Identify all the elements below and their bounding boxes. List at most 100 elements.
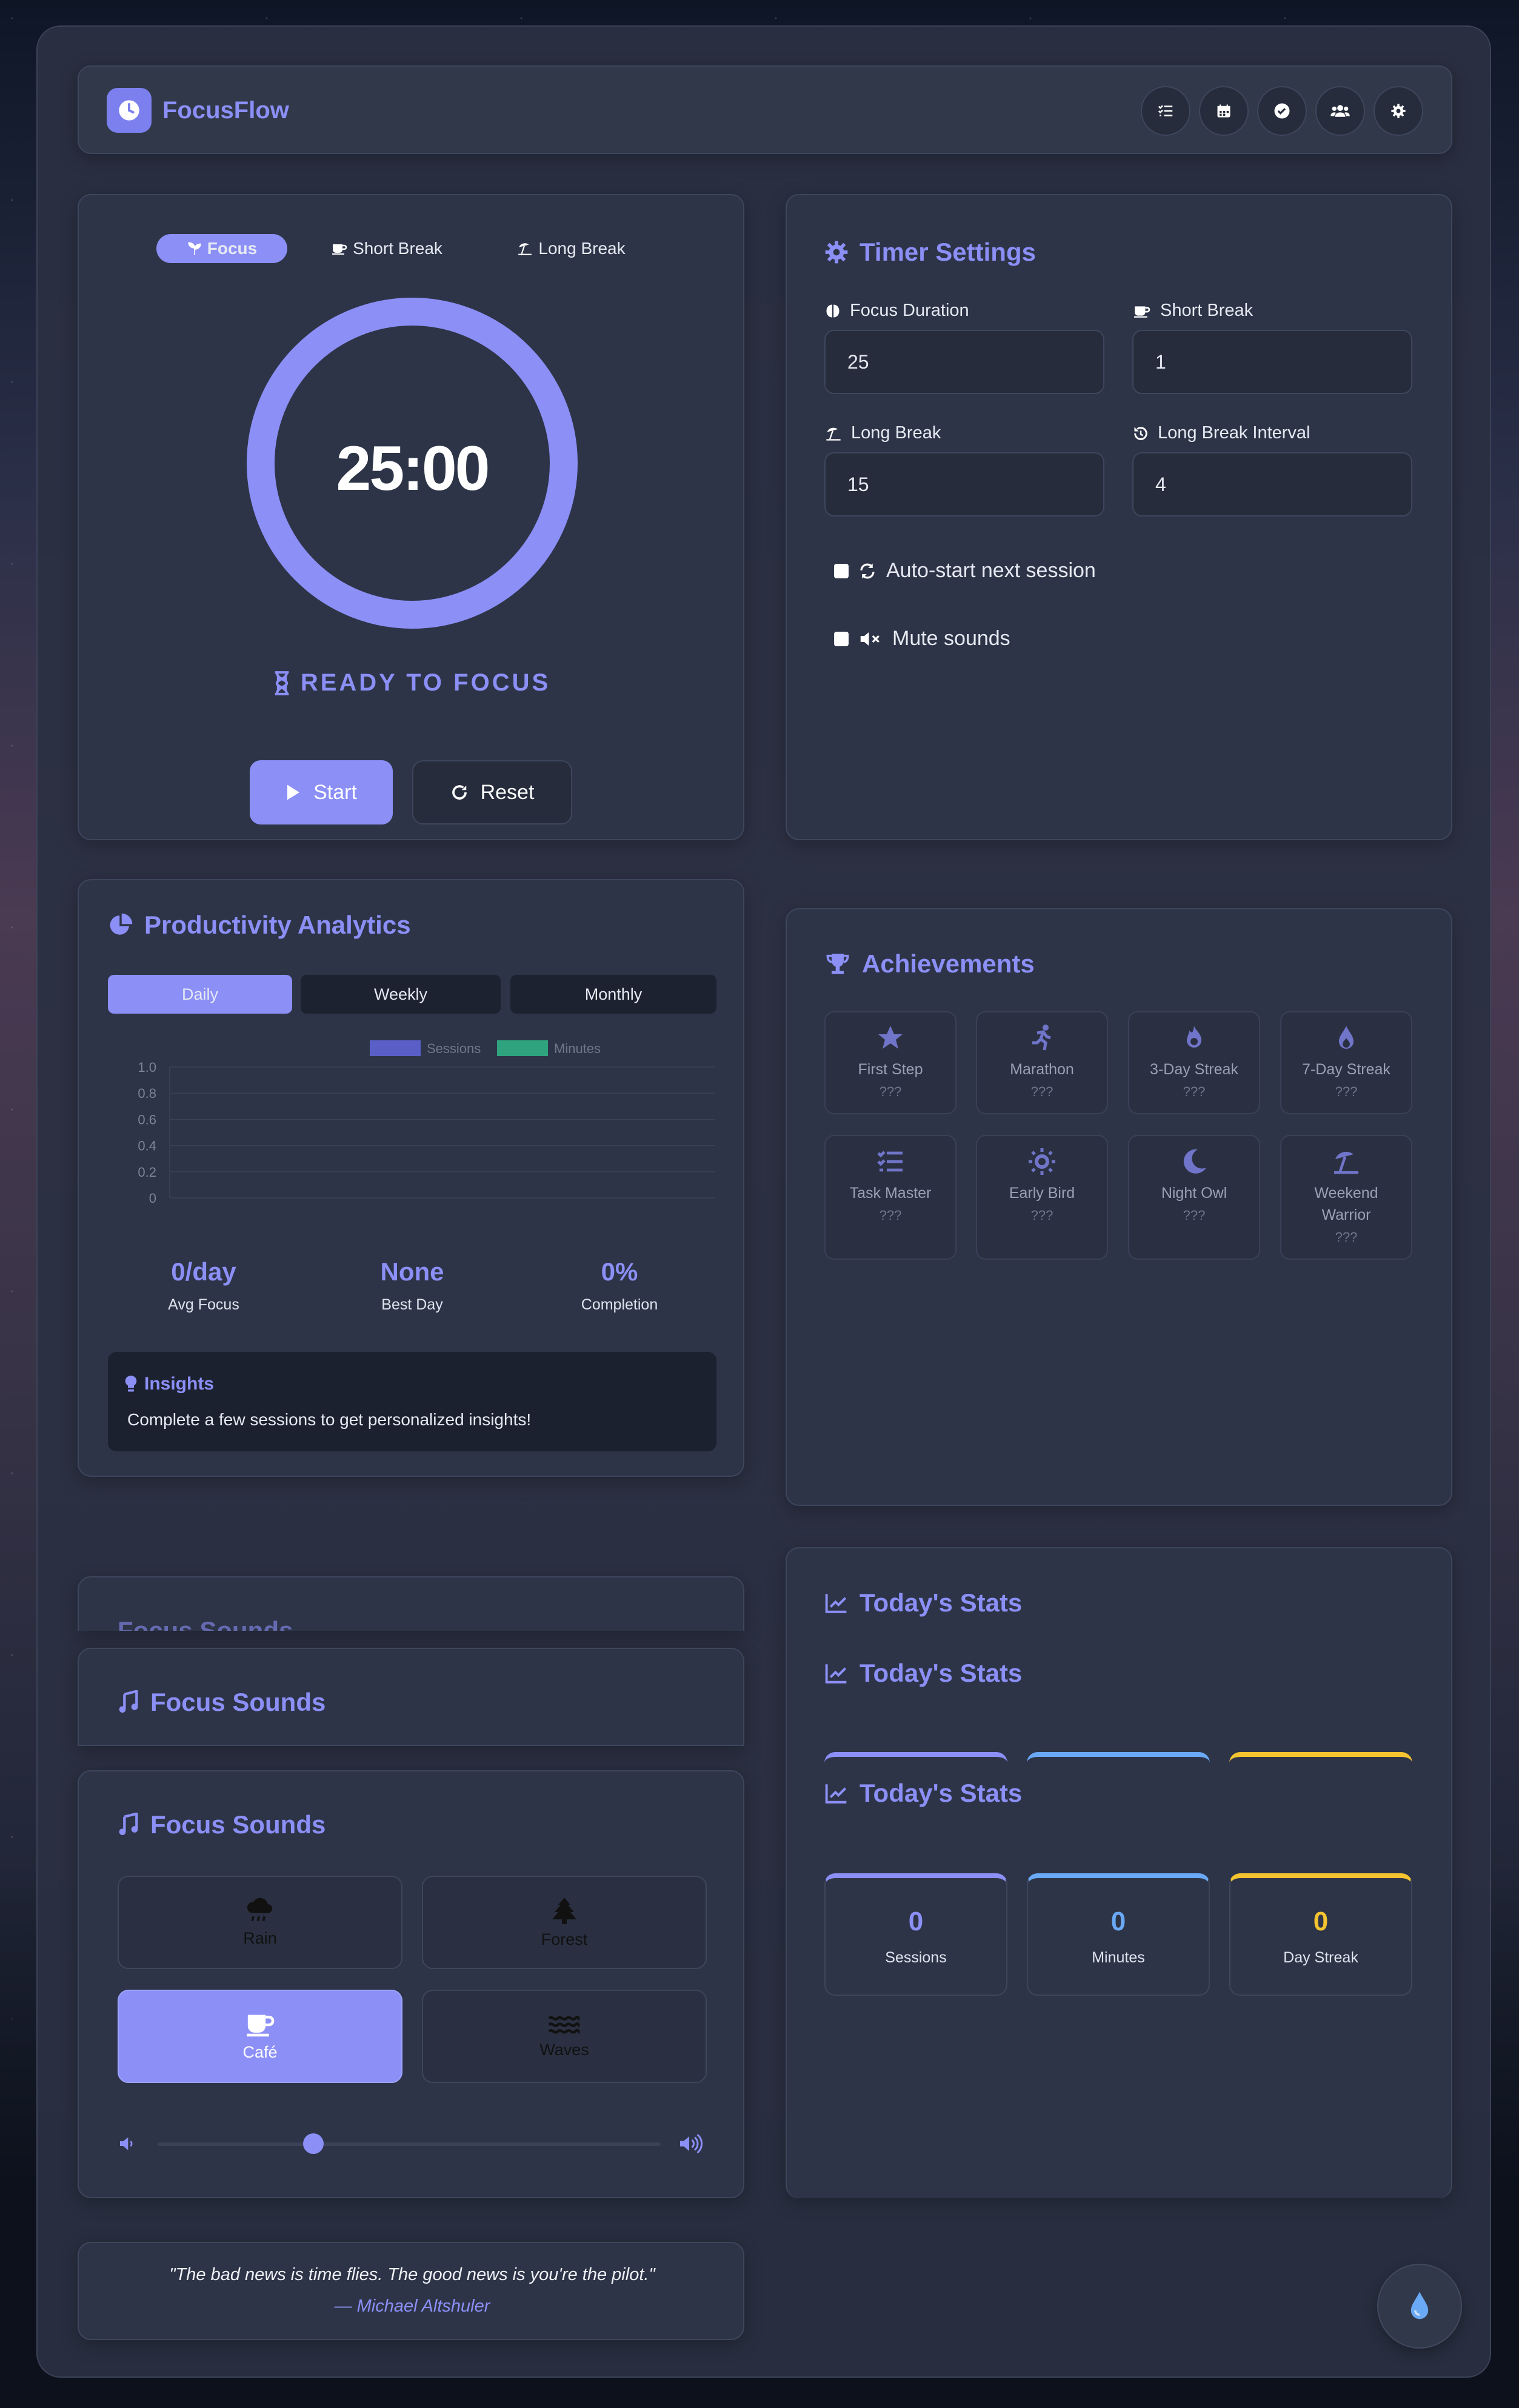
streak-label: Day Streak [1283, 1948, 1358, 1966]
short-break-input[interactable]: 1 [1132, 330, 1412, 394]
achievement-name: Task Master [849, 1185, 932, 1202]
tab-daily[interactable]: Daily [108, 975, 292, 1014]
todays-stats-ghost-title-2: Today's Stats [824, 1659, 1022, 1688]
tab-weekly[interactable]: Weekly [301, 975, 501, 1014]
todays-stats-card: Today's Stats Today's Stats Today's Stat… [786, 1547, 1452, 2198]
achievement-name: Marathon [1010, 1061, 1074, 1078]
streak-stat: 0 Day Streak [1229, 1873, 1412, 1996]
minutes-stat: 0 Minutes [1027, 1873, 1210, 1996]
tab-long-break-label: Long Break [538, 239, 626, 258]
trophy-icon [824, 952, 851, 976]
clock-logo-icon [107, 88, 152, 133]
volume-slider[interactable] [158, 2133, 661, 2154]
achievements-title: Achievements [824, 949, 1035, 978]
analytics-title-text: Productivity Analytics [144, 911, 411, 939]
achievement-7-day-streak[interactable]: 7-Day Streak??? [1280, 1011, 1412, 1114]
completion-label: Completion [581, 1296, 658, 1313]
autostart-checkbox[interactable] [834, 563, 849, 578]
achievement-status: ??? [1183, 1208, 1206, 1223]
achievement-first-step[interactable]: First Step??? [824, 1011, 956, 1114]
sun-icon [1027, 1147, 1057, 1176]
todays-stats-ghost-title-1: Today's Stats [824, 1588, 1022, 1617]
users-icon [1330, 102, 1350, 120]
volume-down-icon [116, 2134, 138, 2153]
tab-long-break[interactable]: Long Break [510, 234, 632, 263]
lightbulb-icon [125, 1375, 137, 1393]
focus-duration-input[interactable]: 25 [824, 330, 1104, 394]
avg-focus-label: Avg Focus [168, 1296, 239, 1313]
achievement-marathon[interactable]: Marathon??? [976, 1011, 1108, 1114]
quote-text: "The bad news is time flies. The good ne… [169, 2265, 655, 2284]
calendar-icon [1215, 102, 1232, 119]
app-window: FocusFlow Focus Short Break Long Break 2… [36, 25, 1491, 2378]
best-day-label: Best Day [381, 1296, 443, 1313]
chart-legend-label: Sessions [427, 1041, 481, 1056]
autostart-option: Auto-start next session [834, 559, 1096, 583]
insights-title: Insights [125, 1374, 214, 1394]
insights-title-text: Insights [144, 1374, 215, 1394]
long-break-label-text: Long Break [851, 423, 941, 443]
achievement-status: ??? [1335, 1084, 1358, 1099]
start-label: Start [313, 780, 357, 804]
achievement-night-owl[interactable]: Night Owl??? [1128, 1135, 1260, 1260]
sound-cafe[interactable]: Café [118, 1990, 402, 2083]
reset-button[interactable]: Reset [412, 760, 572, 824]
tree-icon [551, 1896, 578, 1925]
ghost-stat-top-2 [1027, 1752, 1210, 1764]
chart-line-icon [824, 1662, 849, 1684]
achievements-card: Achievements First Step??? Marathon??? 3-D… [786, 908, 1452, 1506]
sound-rain[interactable]: Rain [118, 1876, 402, 1969]
todays-stats-ghost-title-1-text: Today's Stats [860, 1588, 1023, 1617]
sound-cafe-label: Café [242, 2042, 278, 2061]
sync-icon [858, 562, 876, 580]
focus-sounds-ghost-title: Focus Sounds [118, 1616, 293, 1631]
music-icon [118, 1690, 139, 1714]
ghost-stat-top-1 [824, 1752, 1007, 1764]
coffee-icon [331, 241, 348, 256]
long-break-input[interactable]: 15 [824, 452, 1104, 517]
todays-stats-title-text: Today's Stats [860, 1779, 1023, 1807]
volume-slider-thumb[interactable] [303, 2133, 324, 2154]
ghost-stat-top-3 [1229, 1752, 1412, 1764]
star-icon [876, 1023, 905, 1052]
chart-line-icon [824, 1592, 849, 1614]
volume-up-icon [676, 2133, 706, 2155]
tab-monthly[interactable]: Monthly [510, 975, 716, 1014]
moon-icon [1180, 1147, 1209, 1176]
streak-value: 0 [1313, 1906, 1329, 1936]
chart-y-tick-label: 0.8 [138, 1086, 156, 1101]
sessions-stat: 0 Sessions [824, 1873, 1007, 1996]
settings-button[interactable] [1374, 86, 1423, 136]
fire-icon [1180, 1023, 1209, 1052]
tab-focus[interactable]: Focus [156, 234, 287, 263]
chart-y-tick-label: 1.0 [138, 1060, 156, 1075]
achievement-early-bird[interactable]: Early Bird??? [976, 1135, 1108, 1260]
tasks-button[interactable] [1141, 86, 1190, 136]
sound-waves[interactable]: Waves [422, 1990, 707, 2083]
water-reminder-button[interactable] [1377, 2264, 1462, 2349]
autostart-label: Auto-start next session [886, 559, 1096, 582]
sound-waves-label: Waves [539, 2040, 589, 2059]
tab-short-break[interactable]: Short Break [326, 234, 447, 263]
music-icon [118, 1813, 139, 1837]
analytics-card: Productivity Analytics Daily Weekly Mont… [78, 879, 744, 1477]
calendar-button[interactable] [1199, 86, 1249, 136]
long-break-label: Long Break [824, 423, 941, 443]
coffee-icon [243, 2012, 277, 2038]
mute-option: Mute sounds [834, 627, 1010, 650]
redo-icon [450, 783, 469, 801]
achievement-task-master[interactable]: Task Master??? [824, 1135, 956, 1260]
completed-button[interactable] [1257, 86, 1307, 136]
todays-stats-ghost-title-2-text: Today's Stats [860, 1659, 1023, 1687]
start-button[interactable]: Start [250, 760, 393, 824]
achievement-3-day-streak[interactable]: 3-Day Streak??? [1128, 1011, 1260, 1114]
users-button[interactable] [1315, 86, 1365, 136]
avg-focus-value: 0/day [171, 1257, 236, 1286]
long-break-interval-label: Long Break Interval [1132, 423, 1310, 443]
gear-icon [1390, 102, 1407, 119]
long-break-interval-input[interactable]: 4 [1132, 452, 1412, 517]
gear-icon [824, 240, 849, 264]
achievement-weekend-warrior[interactable]: Weekend Warrior??? [1280, 1135, 1412, 1260]
mute-checkbox[interactable] [834, 631, 849, 646]
sound-forest[interactable]: Forest [422, 1876, 707, 1969]
